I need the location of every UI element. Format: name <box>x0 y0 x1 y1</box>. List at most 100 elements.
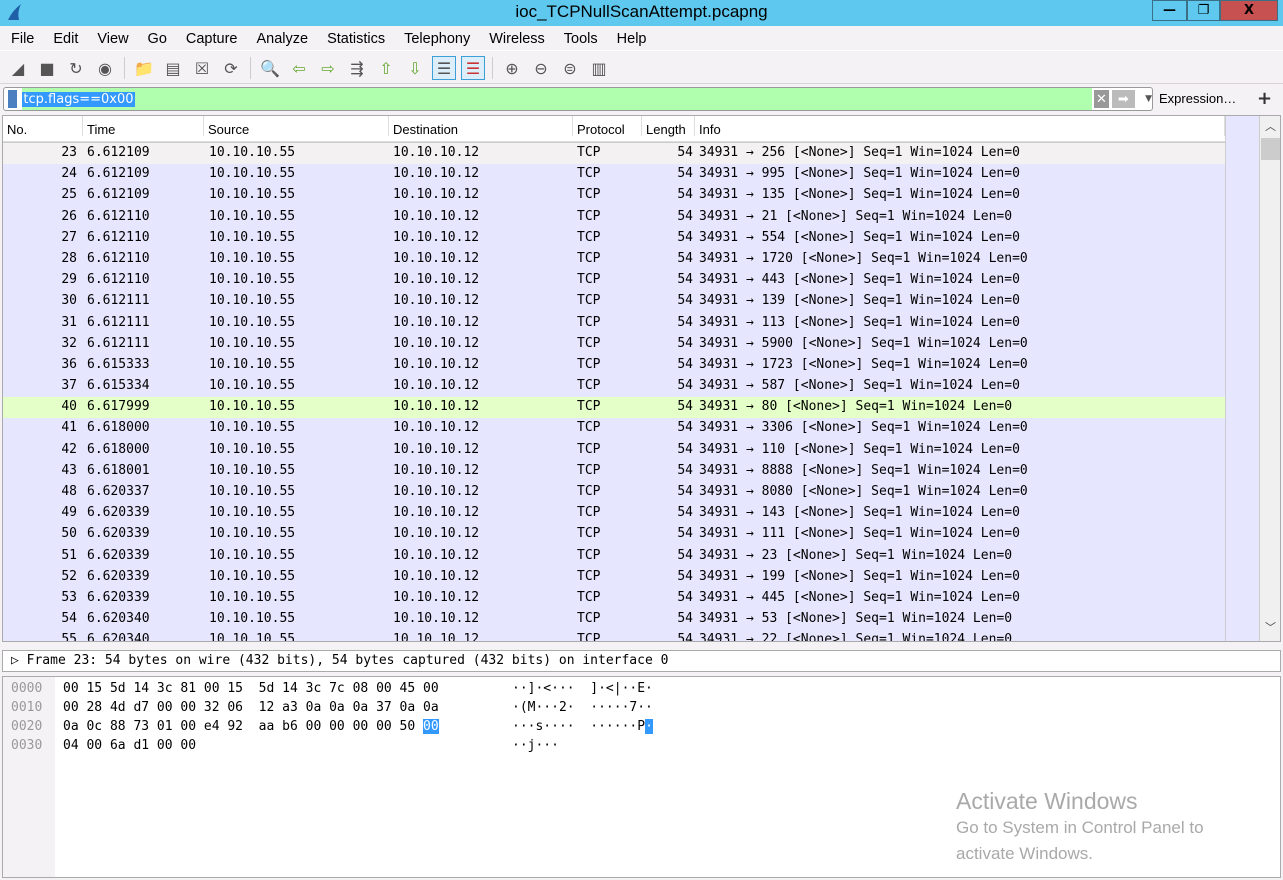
packet-row[interactable]: 31 6.612111 10.10.10.55 10.10.10.12 TCP 54 349… <box>3 312 1225 334</box>
find-icon[interactable]: 🔍 <box>258 56 282 80</box>
bookmark-icon[interactable] <box>8 90 18 108</box>
packet-row[interactable]: 37 6.615334 10.10.10.55 10.10.10.12 TCP 54 349… <box>3 376 1225 398</box>
shark-start-icon[interactable]: ◢ <box>6 56 30 80</box>
packet-row[interactable]: 52 6.620339 10.10.10.55 10.10.10.12 TCP 54 349… <box>3 566 1225 588</box>
packet-list-scrollbar[interactable]: ︿ ﹀ <box>1259 116 1280 641</box>
zoom-out-icon[interactable]: ⊖ <box>529 56 553 80</box>
scroll-up-icon[interactable]: ︿ <box>1260 118 1280 138</box>
packet-row[interactable]: 53 6.620339 10.10.10.55 10.10.10.12 TCP 54 349… <box>3 587 1225 610</box>
hex-bytes[interactable]: 00 15 5d 14 3c 81 00 15 5d 14 3c 7c 08 0… <box>63 681 439 696</box>
column-header-protocol[interactable]: Protocol <box>573 116 642 137</box>
scroll-thumb[interactable] <box>1261 138 1280 160</box>
first-packet-icon[interactable]: ⇧ <box>374 56 398 80</box>
packet-row[interactable]: 40 6.617999 10.10.10.55 10.10.10.12 TCP 54 349… <box>3 397 1225 419</box>
packet-row[interactable]: 23 6.612109 10.10.10.55 10.10.10.12 TCP 54 349… <box>3 141 1226 166</box>
column-header-info[interactable]: Info <box>695 116 1225 137</box>
packet-row[interactable]: 54 6.620340 10.10.10.55 10.10.10.12 TCP 54 349… <box>3 609 1225 631</box>
go-to-packet-icon[interactable]: ⇶ <box>345 56 369 80</box>
cell-no: 42 <box>61 441 77 457</box>
column-header-time[interactable]: Time <box>83 116 204 137</box>
menu-go[interactable]: Go <box>137 27 175 50</box>
frame-summary[interactable]: Frame 23: 54 bytes on wire (432 bits), 5… <box>27 653 669 668</box>
packet-minimap[interactable] <box>1225 116 1259 641</box>
menu-telephony[interactable]: Telephony <box>393 27 478 50</box>
cell-source: 10.10.10.55 <box>209 314 296 330</box>
apply-filter-icon[interactable]: ➡ <box>1111 90 1136 108</box>
menu-file[interactable]: File <box>0 27 42 50</box>
minimize-button[interactable]: — <box>1152 0 1187 21</box>
menu-tools[interactable]: Tools <box>553 27 606 50</box>
filter-dropdown-icon[interactable]: ▼ <box>1145 94 1152 104</box>
add-filter-button[interactable]: + <box>1257 88 1272 109</box>
cell-time: 6.615334 <box>87 378 150 394</box>
menu-capture[interactable]: Capture <box>175 27 246 50</box>
packet-row[interactable]: 41 6.618000 10.10.10.55 10.10.10.12 TCP 54 349… <box>3 418 1225 440</box>
cell-source: 10.10.10.55 <box>209 166 296 182</box>
packet-row[interactable]: 28 6.612110 10.10.10.55 10.10.10.12 TCP 54 349… <box>3 248 1225 271</box>
packet-row[interactable]: 27 6.612110 10.10.10.55 10.10.10.12 TCP 54 349… <box>3 227 1225 249</box>
column-header-no[interactable]: No. <box>3 116 83 137</box>
cell-protocol: TCP <box>577 505 601 521</box>
options-icon[interactable]: ◉ <box>93 56 117 80</box>
menu-wireless[interactable]: Wireless <box>478 27 553 50</box>
hex-highlight[interactable]: 00 <box>423 719 439 734</box>
ascii-bytes[interactable]: ··j··· <box>512 738 559 753</box>
menu-analyze[interactable]: Analyze <box>245 27 316 50</box>
close-button[interactable]: X <box>1220 0 1278 21</box>
display-filter-input[interactable]: tcp.flags==0x00 <box>22 88 1093 110</box>
zoom-in-icon[interactable]: ⊕ <box>500 56 524 80</box>
packet-row[interactable]: 24 6.612109 10.10.10.55 10.10.10.12 TCP 54 349… <box>3 164 1225 186</box>
hex-bytes[interactable]: 04 00 6a d1 00 00 <box>63 738 196 753</box>
save-file-icon[interactable]: ▤ <box>161 56 185 80</box>
cell-destination: 10.10.10.12 <box>393 314 480 330</box>
packet-row[interactable]: 55 6.620340 10.10.10.55 10.10.10.12 TCP 54 349… <box>3 630 1225 641</box>
menu-edit[interactable]: Edit <box>42 27 86 50</box>
cell-protocol: TCP <box>577 145 601 160</box>
packet-row[interactable]: 30 6.612111 10.10.10.55 10.10.10.12 TCP 54 349… <box>3 291 1225 313</box>
menu-help[interactable]: Help <box>606 27 655 50</box>
packet-row[interactable]: 32 6.612111 10.10.10.55 10.10.10.12 TCP 54 349… <box>3 333 1225 355</box>
hex-bytes[interactable]: 0a 0c 88 73 01 00 e4 92 aa b6 00 00 00 0… <box>63 719 439 734</box>
restart-icon[interactable]: ↻ <box>64 56 88 80</box>
column-header-length[interactable]: Length <box>642 116 695 137</box>
open-folder-icon[interactable]: 📁 <box>132 56 156 80</box>
menu-view[interactable]: View <box>86 27 136 50</box>
ascii-bytes[interactable]: ··]·<··· ]·<|··E· <box>512 681 653 696</box>
ascii-highlight[interactable]: · <box>645 719 653 734</box>
packet-row[interactable]: 48 6.620337 10.10.10.55 10.10.10.12 TCP 54 349… <box>3 482 1225 504</box>
ascii-bytes[interactable]: ·(M···2· ·····7·· <box>512 700 653 715</box>
column-header-source[interactable]: Source <box>204 116 389 137</box>
filter-text: tcp.flags==0x00 <box>22 91 135 107</box>
normal-size-icon[interactable]: ⊜ <box>558 56 582 80</box>
packet-row[interactable]: 25 6.612109 10.10.10.55 10.10.10.12 TCP 54 349… <box>3 185 1225 207</box>
expression-button[interactable]: Expression… <box>1159 91 1236 106</box>
cell-protocol: TCP <box>577 526 601 542</box>
back-icon[interactable]: ⇦ <box>287 56 311 80</box>
cell-time: 6.615333 <box>87 356 150 372</box>
resize-columns-icon[interactable]: ▥ <box>587 56 611 80</box>
restore-button[interactable]: ❐ <box>1187 0 1220 21</box>
packet-row[interactable]: 36 6.615333 10.10.10.55 10.10.10.12 TCP 54 349… <box>3 354 1225 377</box>
packet-row[interactable]: 29 6.612110 10.10.10.55 10.10.10.12 TCP 54 349… <box>3 270 1225 292</box>
ascii-bytes[interactable]: ···s···· ······P· <box>512 719 653 734</box>
packet-row[interactable]: 51 6.620339 10.10.10.55 10.10.10.12 TCP 54 349… <box>3 545 1225 567</box>
packet-row[interactable]: 43 6.618001 10.10.10.55 10.10.10.12 TCP 54 349… <box>3 460 1225 482</box>
clear-filter-icon[interactable]: ✕ <box>1094 90 1109 108</box>
autoscroll-icon[interactable]: ☰ <box>432 56 456 80</box>
packet-row[interactable]: 49 6.620339 10.10.10.55 10.10.10.12 TCP 54 349… <box>3 503 1225 525</box>
column-header-destination[interactable]: Destination <box>389 116 573 137</box>
packet-row[interactable]: 50 6.620339 10.10.10.55 10.10.10.12 TCP 54 349… <box>3 524 1225 546</box>
packet-row[interactable]: 26 6.612110 10.10.10.55 10.10.10.12 TCP 54 349… <box>3 206 1225 228</box>
close-file-icon[interactable]: ☒ <box>190 56 214 80</box>
colorize-icon[interactable]: ☰ <box>461 56 485 80</box>
cell-time: 6.620339 <box>87 547 150 563</box>
expand-arrow-icon[interactable]: ▷ <box>11 653 27 668</box>
packet-row[interactable]: 42 6.618000 10.10.10.55 10.10.10.12 TCP 54 349… <box>3 439 1225 461</box>
hex-bytes[interactable]: 00 28 4d d7 00 00 32 06 12 a3 0a 0a 0a 3… <box>63 700 439 715</box>
last-packet-icon[interactable]: ⇩ <box>403 56 427 80</box>
reload-icon[interactable]: ⟳ <box>219 56 243 80</box>
stop-icon[interactable]: ■ <box>35 56 59 80</box>
scroll-down-icon[interactable]: ﹀ <box>1260 619 1280 639</box>
menu-statistics[interactable]: Statistics <box>316 27 393 50</box>
forward-icon[interactable]: ⇨ <box>316 56 340 80</box>
